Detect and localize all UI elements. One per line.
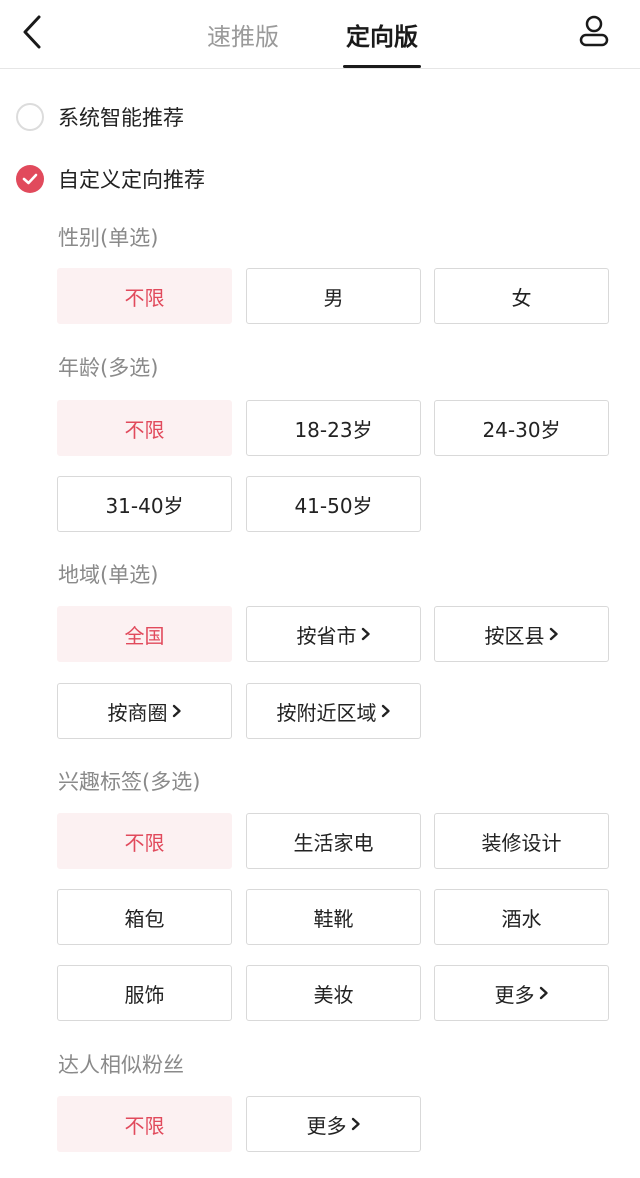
option-system-recommend[interactable]: 系统智能推荐 — [16, 97, 184, 137]
chevron-right-icon — [539, 986, 548, 1000]
option-custom-label: 自定义定向推荐 — [58, 168, 205, 192]
tab-quick[interactable]: 速推版 — [183, 0, 303, 68]
gender-option-male[interactable]: 男 — [246, 268, 421, 324]
age-option-18-23[interactable]: 18-23岁 — [246, 400, 421, 456]
interest-option-bags[interactable]: 箱包 — [57, 889, 232, 945]
region-option-business-area[interactable]: 按商圈 — [57, 683, 232, 739]
region-option-nearby-label: 按附近区域 — [276, 700, 377, 725]
chevron-right-icon — [172, 704, 181, 718]
age-option-31-40[interactable]: 31-40岁 — [57, 476, 232, 532]
interest-option-clothing[interactable]: 服饰 — [57, 965, 232, 1021]
active-tab-indicator — [343, 65, 421, 68]
region-option-nearby[interactable]: 按附近区域 — [246, 683, 421, 739]
radio-custom[interactable] — [16, 165, 44, 193]
section-title-gender: 性别(单选) — [58, 226, 159, 250]
profile-button[interactable] — [572, 8, 616, 52]
region-option-province-label: 按省市 — [296, 623, 357, 648]
age-option-24-30[interactable]: 24-30岁 — [434, 400, 609, 456]
fans-option-more-label: 更多 — [306, 1113, 347, 1138]
chevron-right-icon — [361, 627, 370, 641]
interest-option-liquor[interactable]: 酒水 — [434, 889, 609, 945]
region-option-district[interactable]: 按区县 — [434, 606, 609, 662]
region-option-district-label: 按区县 — [484, 623, 545, 648]
region-option-nationwide[interactable]: 全国 — [57, 606, 232, 662]
interest-option-more-label: 更多 — [494, 982, 535, 1007]
chevron-right-icon — [549, 627, 558, 641]
top-bar: 速推版 定向版 — [0, 0, 640, 69]
chevron-right-icon — [381, 704, 390, 718]
fans-option-unlimited[interactable]: 不限 — [57, 1096, 232, 1152]
section-title-fans: 达人相似粉丝 — [58, 1053, 184, 1077]
chevron-right-icon — [351, 1117, 360, 1131]
gender-option-female[interactable]: 女 — [434, 268, 609, 324]
chevron-left-icon — [23, 15, 41, 49]
section-title-interest: 兴趣标签(多选) — [58, 770, 201, 794]
age-option-41-50[interactable]: 41-50岁 — [246, 476, 421, 532]
tab-targeted[interactable]: 定向版 — [322, 0, 442, 68]
interest-option-appliances[interactable]: 生活家电 — [246, 813, 421, 869]
region-option-province[interactable]: 按省市 — [246, 606, 421, 662]
section-title-region: 地域(单选) — [58, 563, 159, 587]
interest-option-cosmetics[interactable]: 美妆 — [246, 965, 421, 1021]
region-option-business-area-label: 按商圈 — [107, 700, 168, 725]
user-icon — [579, 15, 609, 47]
radio-system[interactable] — [16, 103, 44, 131]
check-icon — [22, 173, 38, 185]
interest-option-unlimited[interactable]: 不限 — [57, 813, 232, 869]
age-option-unlimited[interactable]: 不限 — [57, 400, 232, 456]
interest-option-more[interactable]: 更多 — [434, 965, 609, 1021]
interest-option-decoration[interactable]: 装修设计 — [434, 813, 609, 869]
option-custom-recommend[interactable]: 自定义定向推荐 — [16, 159, 205, 199]
section-title-age: 年龄(多选) — [58, 356, 159, 380]
option-system-label: 系统智能推荐 — [58, 106, 184, 130]
back-button[interactable] — [14, 10, 50, 54]
fans-option-more[interactable]: 更多 — [246, 1096, 421, 1152]
interest-option-shoes[interactable]: 鞋靴 — [246, 889, 421, 945]
gender-option-unlimited[interactable]: 不限 — [57, 268, 232, 324]
